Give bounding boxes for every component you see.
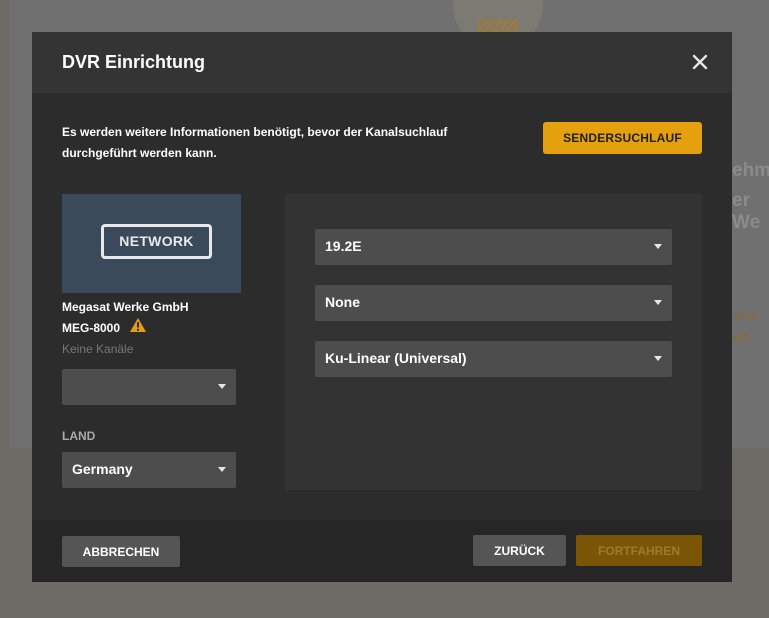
- cancel-button[interactable]: ABBRECHEN: [62, 536, 180, 567]
- country-select[interactable]: Germany: [62, 452, 236, 488]
- device-thumbnail: NETWORK: [62, 194, 241, 293]
- background-warning-2: ell!: [734, 331, 750, 345]
- device-model: MEG-8000: [62, 321, 121, 335]
- continue-button[interactable]: FORTFAHREN: [576, 535, 702, 566]
- device-vendor: Megasat Werke GmbH: [62, 300, 189, 314]
- back-button[interactable]: ZURÜCK: [473, 535, 566, 566]
- background-warning-1: st of: [734, 309, 757, 323]
- lnb-type-value: Ku-Linear (Universal): [325, 350, 467, 366]
- info-message: Es werden weitere Informationen benötigt…: [62, 125, 448, 160]
- warning-icon: [130, 318, 146, 332]
- background-text-2: er We: [732, 190, 761, 233]
- network-label: NETWORK: [101, 224, 212, 259]
- dvr-setup-dialog: DVR Einrichtung Es werden weitere Inform…: [32, 32, 732, 582]
- channel-scan-button[interactable]: SENDERSUCHLAUF: [543, 122, 702, 154]
- satellite-position-select[interactable]: 19.2E: [315, 229, 672, 265]
- dialog-title: DVR Einrichtung: [62, 52, 205, 72]
- satellite-position-value: 19.2E: [325, 238, 362, 254]
- diseqc-select[interactable]: None: [315, 285, 672, 321]
- dialog-footer: ABBRECHEN ZURÜCK FORTFAHREN: [32, 520, 732, 582]
- country-select-value: Germany: [72, 461, 133, 477]
- device-select[interactable]: [62, 369, 236, 405]
- chevron-down-icon: [654, 356, 662, 361]
- dialog-header: DVR Einrichtung: [32, 32, 732, 93]
- channel-count: Keine Kanäle: [62, 342, 134, 356]
- chevron-down-icon: [654, 300, 662, 305]
- diseqc-value: None: [325, 294, 360, 310]
- country-label: LAND: [62, 429, 96, 443]
- lnb-type-select[interactable]: Ku-Linear (Universal): [315, 341, 672, 377]
- satellite-settings-panel: 19.2E None Ku-Linear (Universal): [285, 194, 702, 490]
- chevron-down-icon: [654, 244, 662, 249]
- background-device-icon: [478, 20, 518, 31]
- close-icon[interactable]: [688, 50, 712, 74]
- chevron-down-icon: [218, 467, 226, 472]
- background-text-1: ehme: [732, 160, 769, 181]
- chevron-down-icon: [218, 384, 226, 389]
